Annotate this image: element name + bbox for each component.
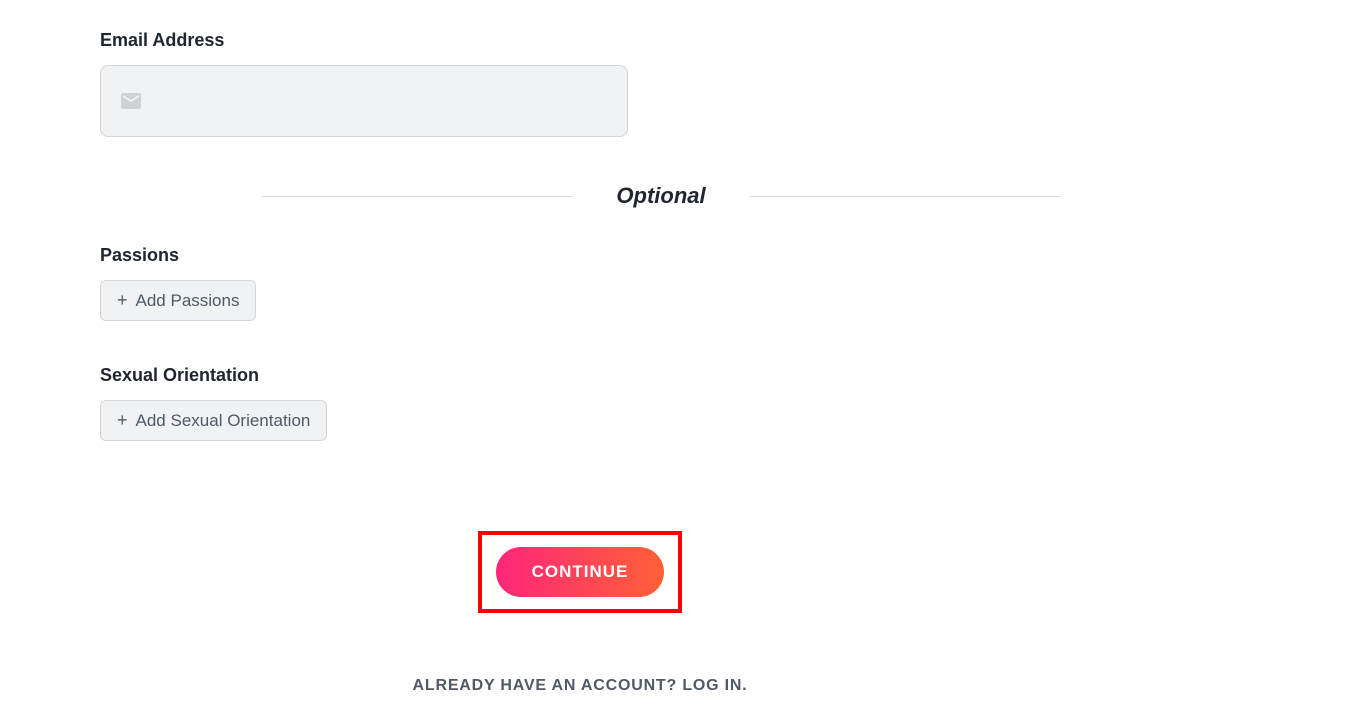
highlight-box: CONTINUE [478, 531, 683, 613]
email-input[interactable] [143, 66, 609, 136]
add-passions-label: Add Passions [136, 291, 240, 311]
add-orientation-label: Add Sexual Orientation [136, 411, 311, 431]
passions-section: Passions + Add Passions [100, 245, 1060, 321]
plus-icon: + [117, 290, 128, 311]
passions-label: Passions [100, 245, 1060, 266]
login-link[interactable]: LOG IN. [682, 677, 747, 694]
orientation-section: Sexual Orientation + Add Sexual Orientat… [100, 365, 1060, 441]
continue-button[interactable]: CONTINUE [496, 547, 665, 597]
divider-line-right [750, 196, 1060, 197]
email-label: Email Address [100, 30, 1060, 51]
optional-divider: Optional [100, 183, 1060, 209]
login-prompt: ALREADY HAVE AN ACCOUNT? [413, 677, 683, 694]
add-passions-button[interactable]: + Add Passions [100, 280, 256, 321]
divider-line-left [262, 196, 572, 197]
login-row: ALREADY HAVE AN ACCOUNT? LOG IN. [100, 677, 1060, 695]
continue-wrapper: CONTINUE [100, 531, 1060, 613]
plus-icon: + [117, 410, 128, 431]
email-section: Email Address [100, 30, 1060, 137]
divider-label: Optional [572, 183, 749, 209]
orientation-label: Sexual Orientation [100, 365, 1060, 386]
email-icon [119, 89, 143, 113]
add-orientation-button[interactable]: + Add Sexual Orientation [100, 400, 327, 441]
email-input-wrapper[interactable] [100, 65, 628, 137]
